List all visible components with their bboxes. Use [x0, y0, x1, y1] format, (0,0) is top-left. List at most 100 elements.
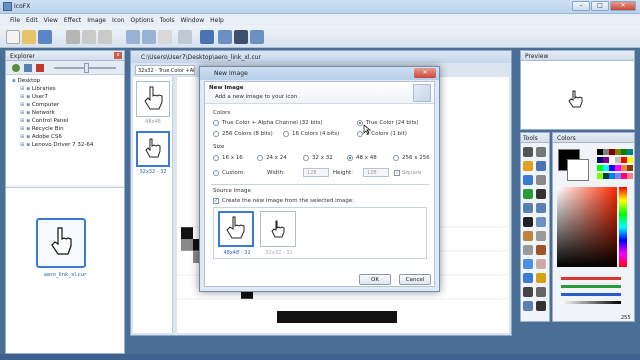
tree-item[interactable]: ⊞ ▪ User7 — [10, 93, 120, 101]
menu-item-options[interactable]: Options — [131, 17, 154, 24]
slider-handle[interactable] — [84, 63, 89, 73]
test-icon[interactable] — [178, 30, 192, 44]
height-input[interactable]: 128 — [363, 168, 389, 177]
lasso-tool-icon[interactable] — [536, 147, 546, 157]
radio-48[interactable] — [347, 155, 353, 161]
alpha-slider[interactable] — [561, 301, 621, 304]
tree-item[interactable]: ⊞ ▪ Control Panel — [10, 117, 120, 125]
ellipse-tool-icon[interactable] — [536, 203, 546, 213]
rect-tool-icon[interactable] — [523, 203, 533, 213]
fill-tool-icon[interactable] — [523, 175, 533, 185]
close-button[interactable]: ✕ — [610, 1, 636, 11]
color-picker-square[interactable] — [557, 187, 617, 267]
stamp-tool-icon[interactable] — [536, 245, 546, 255]
hue-slider[interactable] — [619, 187, 627, 267]
palette-swatch[interactable] — [627, 149, 633, 155]
menu-item-window[interactable]: Window — [180, 17, 204, 24]
new-icon[interactable] — [6, 30, 20, 44]
image-thumb-48[interactable] — [136, 81, 170, 117]
cancel-button[interactable]: Cancel — [399, 274, 431, 285]
ok-button[interactable]: OK — [359, 274, 391, 285]
picker-tool-icon[interactable] — [523, 189, 533, 199]
green-slider[interactable] — [561, 285, 621, 288]
favorite-icon[interactable] — [36, 64, 44, 72]
save-icon[interactable] — [38, 30, 52, 44]
screen-icon[interactable] — [234, 30, 248, 44]
cut-icon[interactable] — [66, 30, 80, 44]
brush-tool-icon[interactable] — [536, 161, 546, 171]
pencil-tool-icon[interactable] — [523, 161, 533, 171]
tree-item[interactable]: ⊞ ▪ Adobe CS6 — [10, 133, 120, 141]
blur-tool-icon[interactable] — [536, 231, 546, 241]
square-checkbox[interactable]: ✓ — [394, 170, 400, 176]
tree-item[interactable]: ▪ Desktop — [10, 77, 120, 85]
width-input[interactable]: 128 — [303, 168, 329, 177]
radio-16[interactable] — [213, 155, 219, 161]
gradient-tool-icon[interactable] — [523, 259, 533, 269]
menu-item-file[interactable]: File — [10, 17, 20, 24]
curve-tool-icon[interactable] — [523, 287, 533, 297]
refresh-icon[interactable] — [12, 64, 20, 72]
image-thumb-32[interactable] — [136, 131, 170, 167]
shape-tool-icon[interactable] — [523, 301, 533, 311]
explorer-close-icon[interactable]: x — [114, 52, 122, 59]
radio-32[interactable] — [303, 155, 309, 161]
red-slider[interactable] — [561, 277, 621, 280]
radio-4bit[interactable] — [283, 131, 289, 137]
menu-item-edit[interactable]: Edit — [26, 17, 38, 24]
text-tool-icon[interactable] — [523, 217, 533, 227]
document-tab[interactable]: 32x32 - True Color +Alph — [135, 65, 195, 75]
paste-icon[interactable] — [98, 30, 112, 44]
palette-swatch[interactable] — [627, 173, 633, 179]
radio-24[interactable] — [257, 155, 263, 161]
hand-tool-icon[interactable] — [536, 259, 546, 269]
tree-item[interactable]: ⊞ ▪ Computer — [10, 101, 120, 109]
color-palette[interactable] — [597, 149, 633, 181]
undo-icon[interactable] — [126, 30, 140, 44]
effect-icon[interactable] — [218, 30, 232, 44]
zoom-icon[interactable] — [250, 30, 264, 44]
drop-tool-icon[interactable] — [523, 273, 533, 283]
menu-item-effect[interactable]: Effect — [64, 17, 81, 24]
file-label[interactable]: aero_link_xl.cur — [6, 272, 124, 278]
wand-tool-icon[interactable] — [536, 273, 546, 283]
tree-item[interactable]: ⊞ ▪ Lenovo Driver 7 32-64 — [10, 141, 120, 149]
source-thumb-48[interactable] — [218, 211, 254, 247]
open-icon[interactable] — [22, 30, 36, 44]
dialog-close-icon[interactable]: ✕ — [414, 68, 436, 78]
minimize-button[interactable]: – — [572, 1, 590, 11]
redo-icon[interactable] — [142, 30, 156, 44]
zoom-tool-icon[interactable] — [536, 217, 546, 227]
line-tool-icon[interactable] — [536, 189, 546, 199]
extract-icon[interactable] — [158, 30, 172, 44]
palette-swatch[interactable] — [627, 157, 633, 163]
source-thumb-32[interactable] — [260, 211, 296, 247]
select-tool-icon[interactable] — [523, 147, 533, 157]
move-tool-icon[interactable] — [536, 301, 546, 311]
menu-item-view[interactable]: View — [44, 17, 58, 24]
menu-item-icon[interactable]: Icon — [112, 17, 125, 24]
radio-256[interactable] — [393, 155, 399, 161]
tree-item[interactable]: ⊞ ▪ Network — [10, 109, 120, 117]
secondary-color[interactable] — [567, 159, 589, 181]
tree-item[interactable]: ⊞ ▪ Recycle Bin — [10, 125, 120, 133]
radio-custom[interactable] — [213, 170, 219, 176]
spray-tool-icon[interactable] — [523, 231, 533, 241]
eraser-tool-icon[interactable] — [536, 175, 546, 185]
blue-slider[interactable] — [561, 293, 621, 296]
tree-item[interactable]: ⊞ ▪ Libraries — [10, 85, 120, 93]
source-checkbox[interactable]: ✓ — [213, 198, 219, 204]
radio-32bit[interactable] — [213, 120, 219, 126]
palette-swatch[interactable] — [627, 165, 633, 171]
folder-icon[interactable] — [24, 64, 32, 72]
copy-icon[interactable] — [82, 30, 96, 44]
image-icon[interactable] — [200, 30, 214, 44]
radio-8bit[interactable] — [213, 131, 219, 137]
polygon-tool-icon[interactable] — [536, 287, 546, 297]
file-thumbnail[interactable] — [36, 218, 86, 268]
menu-item-image[interactable]: Image — [87, 17, 106, 24]
menu-item-tools[interactable]: Tools — [160, 17, 175, 24]
menu-item-help[interactable]: Help — [210, 17, 224, 24]
maximize-button[interactable]: □ — [591, 1, 609, 11]
smudge-tool-icon[interactable] — [523, 245, 533, 255]
